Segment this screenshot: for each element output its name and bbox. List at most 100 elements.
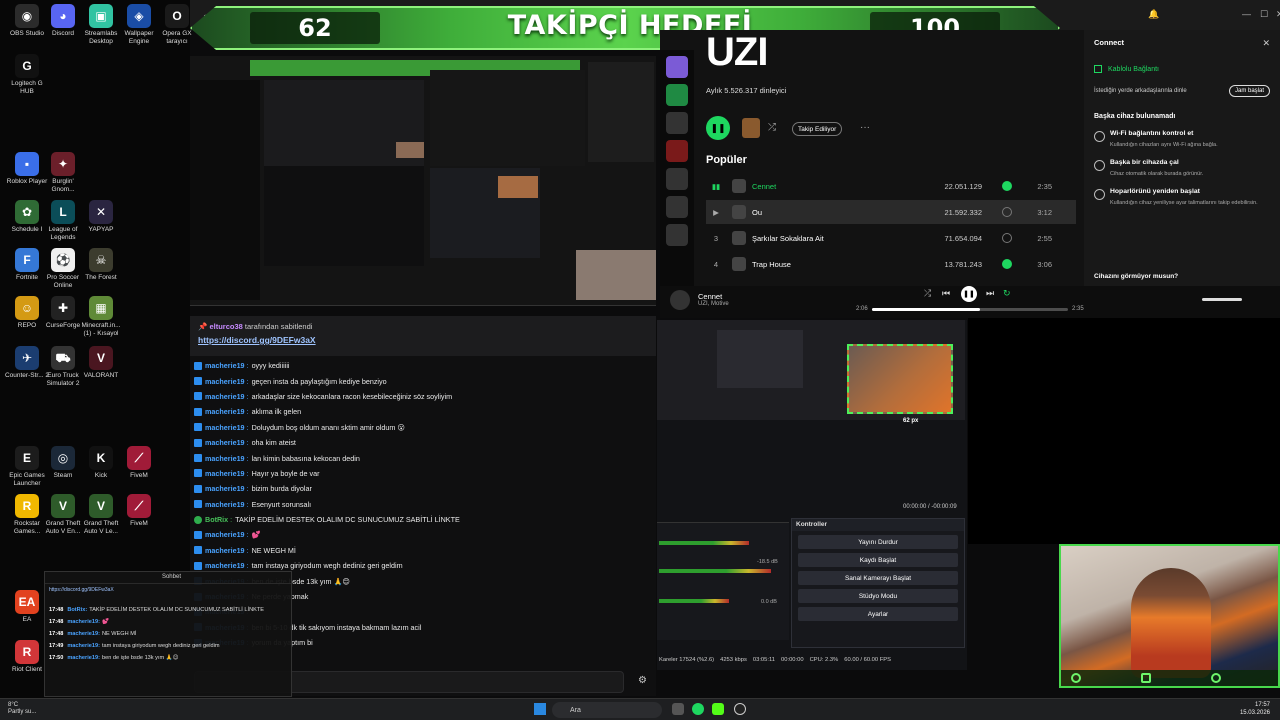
add-to-liked-icon[interactable]	[1002, 233, 1012, 243]
user-icon	[1211, 673, 1221, 683]
system-clock[interactable]: 17:57 15.03.2026	[1240, 701, 1270, 717]
chat-username[interactable]: macherie19	[205, 500, 245, 509]
add-to-liked-icon[interactable]	[1002, 207, 1012, 217]
goal-current: 62	[250, 12, 380, 44]
kick-taskbar-icon[interactable]	[712, 703, 724, 715]
chat-username[interactable]: macherie19	[205, 546, 245, 555]
pinned-link[interactable]: https://discord.gg/9DEFw3aX	[198, 335, 648, 345]
library-item[interactable]	[666, 84, 688, 106]
library-item[interactable]	[666, 168, 688, 190]
desktop-icon[interactable]: ⟋ FiveM	[116, 446, 162, 480]
jam-row: İstediğin yerde arkadaşlarınla dinle Jam …	[1094, 85, 1270, 97]
library-item[interactable]	[666, 196, 688, 218]
progress-bar[interactable]	[872, 308, 1068, 311]
track-row[interactable]: 4 Trap House 13.781.243 3:06	[706, 252, 1076, 276]
obs-control-button[interactable]: Sanal Kamerayı Başlat	[798, 571, 958, 585]
desktop-icon[interactable]: ▦ Minecraft.in... (1) - Kısayol	[78, 296, 124, 338]
track-row[interactable]: ▶ Ou 21.592.332 3:12	[706, 200, 1076, 224]
controls-title: Kontroller	[792, 519, 964, 531]
artist-thumbnail[interactable]	[742, 118, 760, 138]
chat-username[interactable]: BotRix	[205, 515, 228, 524]
obs-control-button[interactable]: Kaydı Başlat	[798, 553, 958, 567]
app-icon: K	[89, 446, 113, 470]
desktop-icon[interactable]: G Logitech G HUB	[4, 54, 50, 96]
weather-widget[interactable]: 8°C Partly su...	[8, 702, 36, 716]
close-icon[interactable]: ✕	[1262, 38, 1270, 49]
desktop-icon[interactable]: ✦ Burglin' Gnom...	[40, 152, 86, 194]
repeat-icon[interactable]: ↻	[1003, 288, 1011, 299]
settings-icon[interactable]: ⚙	[638, 675, 647, 686]
next-icon[interactable]: ⏭	[986, 288, 994, 299]
obs-control-button[interactable]: Ayarlar	[798, 607, 958, 621]
notification-icon[interactable]: 🔔	[1148, 9, 1159, 20]
webcam-source[interactable]	[847, 344, 953, 414]
start-button[interactable]	[534, 703, 546, 715]
taskbar-search[interactable]: Ara	[552, 702, 662, 718]
track-row[interactable]: ▮▮ Cennet 22.051.129 2:35	[706, 174, 1076, 198]
pinned-user: elturco38	[209, 322, 243, 331]
spotify-taskbar-icon[interactable]	[692, 703, 704, 715]
chat-username[interactable]: macherie19	[205, 377, 245, 386]
track-title[interactable]: Cennet	[752, 182, 902, 191]
previous-icon[interactable]: ⏮	[942, 288, 950, 299]
library-item[interactable]	[666, 140, 688, 162]
desktop-icon[interactable]: ☠ The Forest	[78, 248, 124, 282]
track-row[interactable]: 3 Şarkılar Sokaklara Ait 71.654.094 2:55	[706, 226, 1076, 250]
liked-check-icon[interactable]	[1002, 181, 1012, 191]
chat-message: macherie19: NE WEGH Mİ	[190, 543, 656, 558]
chat-username[interactable]: macherie19	[205, 423, 245, 432]
mixer-meter	[659, 541, 749, 545]
chat-username[interactable]: macherie19	[205, 407, 245, 416]
chat-username[interactable]: macherie19	[205, 469, 245, 478]
obs-taskbar-icon[interactable]	[734, 703, 746, 715]
maximize-icon[interactable]: ☐	[1260, 9, 1268, 20]
chat-username[interactable]: macherie19	[205, 484, 245, 493]
now-playing-artist[interactable]: UZI, Motive	[698, 301, 729, 307]
overlay-chat-time: 17:50	[49, 655, 64, 661]
now-playing-title[interactable]: Cennet	[698, 292, 722, 301]
connect-help-item[interactable]: Başka bir cihazda çal Cihaz otomatik olar…	[1094, 159, 1270, 178]
start-jam-button[interactable]: Jam başlat	[1228, 85, 1270, 97]
desktop-icon[interactable]: ✕ YAPYAP	[78, 200, 124, 234]
chat-username[interactable]: macherie19	[205, 438, 245, 447]
track-title[interactable]: Şarkılar Sokaklara Ait	[752, 234, 902, 243]
chat-message: macherie19: Hayır ya boyle de var	[190, 466, 656, 481]
connect-help-item[interactable]: Hoparlörünü yeniden başlat Kullandığın ci…	[1094, 188, 1270, 207]
chat-username[interactable]: macherie19	[205, 561, 245, 570]
volume-slider[interactable]	[1202, 298, 1242, 301]
chat-username[interactable]: macherie19	[205, 530, 245, 539]
blank-area	[968, 318, 1280, 544]
close-icon[interactable]: ✕	[1276, 9, 1280, 20]
track-title[interactable]: Ou	[752, 208, 902, 217]
chat-username[interactable]: macherie19	[205, 392, 245, 401]
play-pause-button[interactable]: ❚❚	[706, 116, 730, 140]
obs-control-button[interactable]: Stüdyo Modu	[798, 589, 958, 603]
chat-message: macherie19: aklıma ilk gelen	[190, 404, 656, 419]
current-device[interactable]: Kablolu Bağlantı	[1094, 65, 1270, 73]
taskbar-app[interactable]	[672, 703, 684, 715]
app-icon: ⛟	[51, 346, 75, 370]
track-plays: 21.592.332	[944, 207, 982, 217]
liked-check-icon[interactable]	[1002, 259, 1012, 269]
chat-username[interactable]: macherie19	[205, 361, 245, 370]
shuffle-icon[interactable]: ⤮	[924, 288, 931, 299]
user-badge-icon	[194, 561, 202, 570]
library-item[interactable]	[666, 112, 688, 134]
library-item[interactable]	[666, 224, 688, 246]
desktop-icon[interactable]: ⟋ FiveM	[116, 494, 162, 528]
minimize-icon[interactable]: —	[1242, 9, 1251, 19]
track-plays: 22.051.129	[944, 181, 982, 191]
help-link[interactable]: Cihazını görmüyor musun?	[1094, 273, 1178, 280]
more-options-icon[interactable]: ···	[860, 122, 870, 133]
play-pause-button[interactable]: ❚❚	[961, 286, 977, 302]
desktop-icon[interactable]: V VALORANT	[78, 346, 124, 380]
follow-button[interactable]: Takip Ediliyor	[792, 122, 843, 136]
connect-help-item[interactable]: Wi-Fi bağlantını kontrol et Kullandığın c…	[1094, 130, 1270, 149]
shuffle-icon[interactable]: ⤮	[768, 122, 776, 133]
now-playing-art[interactable]	[670, 290, 690, 310]
chat-username[interactable]: macherie19	[205, 454, 245, 463]
overlay-chat-row: 17:48 macherie19: NE WEGH Mİ	[45, 628, 291, 640]
library-item[interactable]	[666, 56, 688, 78]
obs-control-button[interactable]: Yayını Durdur	[798, 535, 958, 549]
track-title[interactable]: Trap House	[752, 260, 902, 269]
